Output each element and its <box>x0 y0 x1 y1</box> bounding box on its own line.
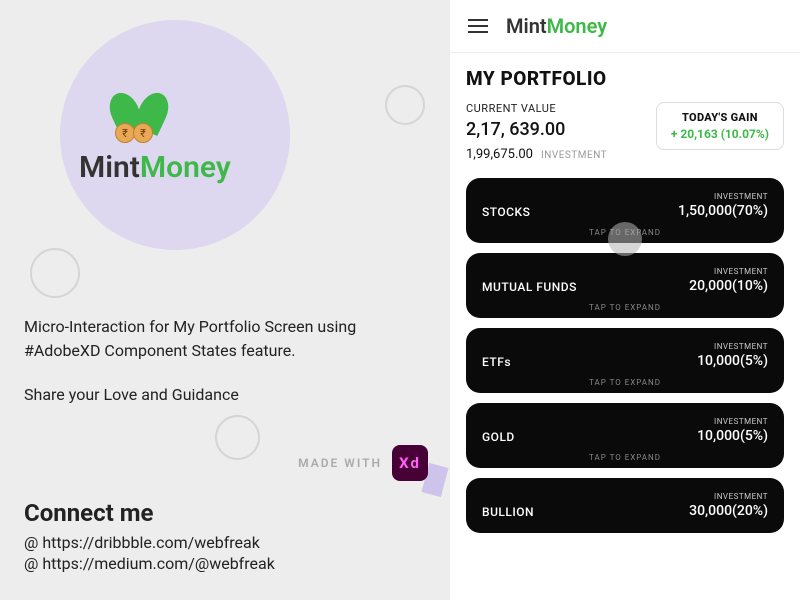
card-inv-value: 10,000(5%) <box>697 353 768 369</box>
gain-label: TODAY'S GAIN <box>671 111 769 124</box>
made-with-text: MADE WITH <box>298 456 382 470</box>
app-header: MintMoney <box>450 0 800 53</box>
app-screen: MintMoney MY PORTFOLIO CURRENT VALUE 2,1… <box>450 0 800 600</box>
portfolio-body: MY PORTFOLIO CURRENT VALUE 2,17, 639.00 … <box>450 53 800 600</box>
value-summary: CURRENT VALUE 2,17, 639.00 1,99,675.00 I… <box>466 102 784 162</box>
portfolio-cards: STOCKS INVESTMENT 1,50,000(70%) TAP TO E… <box>466 178 784 533</box>
page-title: MY PORTFOLIO <box>466 67 784 90</box>
promo-description: Micro-Interaction for My Portfolio Scree… <box>24 315 426 363</box>
menu-icon[interactable] <box>468 19 488 33</box>
tap-to-expand-hint: TAP TO EXPAND <box>589 303 661 312</box>
card-name: ETFs <box>482 355 511 369</box>
card-inv-label: INVESTMENT <box>689 492 768 501</box>
logo-text-money: Money <box>140 150 231 185</box>
logo: ₹₹ MintMoney <box>24 30 426 185</box>
tap-to-expand-hint: TAP TO EXPAND <box>589 378 661 387</box>
card-mutual-funds[interactable]: MUTUAL FUNDS INVESTMENT 20,000(10%) TAP … <box>466 253 784 318</box>
deco-circle <box>215 415 260 460</box>
investment-value: 1,99,675.00 <box>466 147 533 162</box>
gain-value: + 20,163 (10.07%) <box>671 127 769 141</box>
card-inv-label: INVESTMENT <box>697 417 768 426</box>
promo-panel: ₹₹ MintMoney Micro-Interaction for My Po… <box>0 0 450 600</box>
current-value-label: CURRENT VALUE <box>466 102 656 115</box>
card-inv-label: INVESTMENT <box>697 342 768 351</box>
leaf-coin-icon: ₹₹ <box>99 90 179 145</box>
adobe-xd-icon: Xd <box>392 445 428 481</box>
card-inv-value: 30,000(20%) <box>689 503 768 519</box>
card-name: STOCKS <box>482 205 530 219</box>
card-inv-value: 1,50,000(70%) <box>678 203 768 219</box>
card-gold[interactable]: GOLD INVESTMENT 10,000(5%) TAP TO EXPAND <box>466 403 784 468</box>
touch-indicator-icon <box>608 222 642 256</box>
card-inv-value: 20,000(10%) <box>689 278 768 294</box>
card-name: MUTUAL FUNDS <box>482 280 577 294</box>
connect-link-medium[interactable]: @ https://medium.com/@webfreak <box>24 554 275 573</box>
todays-gain-box: TODAY'S GAIN + 20,163 (10.07%) <box>656 102 784 150</box>
logo-text-mint: Mint <box>79 150 140 185</box>
card-inv-label: INVESTMENT <box>678 192 768 201</box>
connect-section: Connect me @ https://dribbble.com/webfre… <box>24 499 275 575</box>
card-bullion[interactable]: BULLION INVESTMENT 30,000(20%) <box>466 478 784 533</box>
deco-circle <box>30 248 80 298</box>
current-value: 2,17, 639.00 <box>466 119 656 140</box>
card-etfs[interactable]: ETFs INVESTMENT 10,000(5%) TAP TO EXPAND <box>466 328 784 393</box>
card-inv-label: INVESTMENT <box>689 267 768 276</box>
promo-share-text: Share your Love and Guidance <box>24 385 426 404</box>
app-logo: MintMoney <box>506 14 607 38</box>
tap-to-expand-hint: TAP TO EXPAND <box>589 453 661 462</box>
investment-label: INVESTMENT <box>541 150 607 161</box>
card-name: GOLD <box>482 430 515 444</box>
card-inv-value: 10,000(5%) <box>697 428 768 444</box>
connect-link-dribbble[interactable]: @ https://dribbble.com/webfreak <box>24 533 275 552</box>
made-with-label: MADE WITH Xd <box>298 445 428 481</box>
card-name: BULLION <box>482 505 534 519</box>
connect-title: Connect me <box>24 499 275 527</box>
